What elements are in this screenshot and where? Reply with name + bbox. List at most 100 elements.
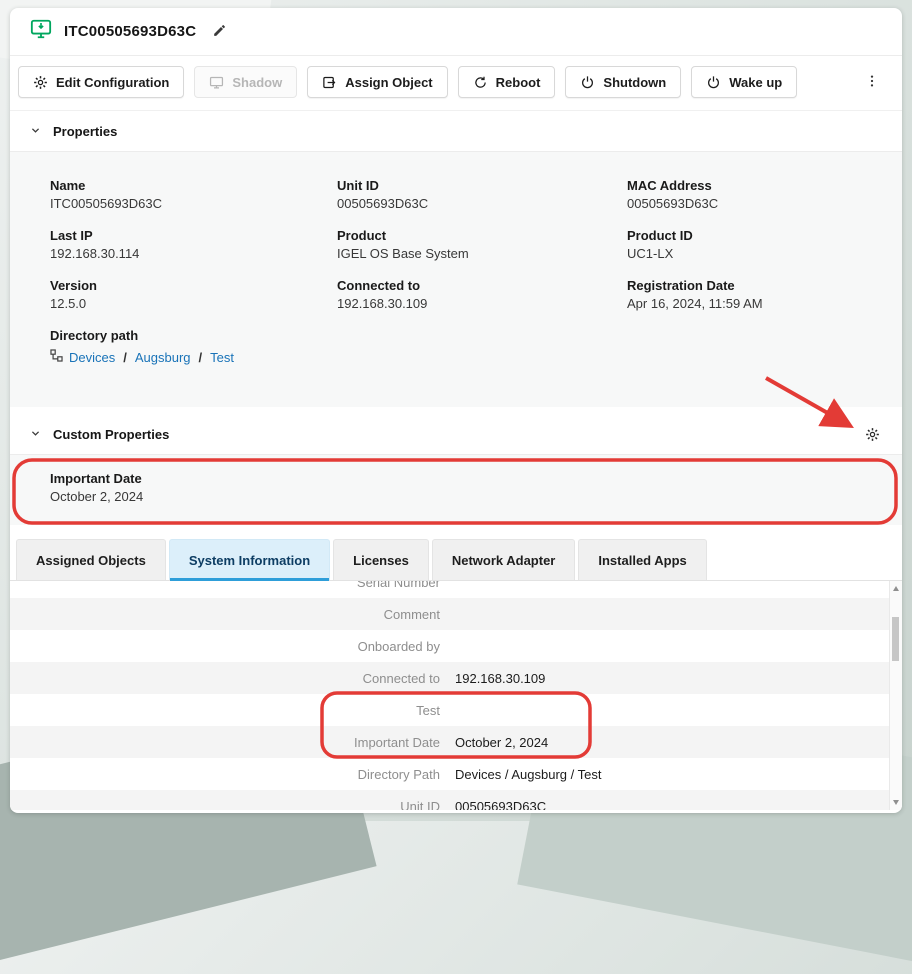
tree-icon: [50, 349, 63, 365]
pencil-icon: [212, 23, 227, 41]
toolbar-button-label: Edit Configuration: [56, 75, 169, 90]
field-label: Unit ID: [337, 178, 627, 193]
tab-licenses[interactable]: Licenses: [333, 539, 429, 580]
field-label: Last IP: [50, 228, 337, 243]
spacer: [10, 407, 902, 414]
system-information-table: Serial Number Comment Onboarded by Conne…: [10, 581, 902, 810]
monitor-icon: [209, 75, 224, 90]
properties-panel: Name ITC00505693D63C Unit ID 00505693D63…: [10, 152, 902, 407]
row-label: Connected to: [10, 671, 440, 686]
row-label: Onboarded by: [10, 639, 440, 654]
tab-system-information[interactable]: System Information: [169, 539, 330, 580]
toolbar-button-label: Shadow: [232, 75, 282, 90]
row-label: Test: [10, 703, 440, 718]
field-value: 00505693D63C: [627, 196, 886, 211]
properties-section-header: Properties: [10, 111, 902, 152]
spacer: [10, 525, 902, 539]
field-value: 00505693D63C: [337, 196, 627, 211]
table-row: Comment: [10, 598, 902, 630]
table-row: Test: [10, 694, 902, 726]
field-label: Connected to: [337, 278, 627, 293]
custom-properties-section-header: Custom Properties: [10, 414, 902, 455]
field-label: Product ID: [627, 228, 886, 243]
field-label: MAC Address: [627, 178, 886, 193]
table-row: Onboarded by: [10, 630, 902, 662]
row-label: Unit ID: [10, 799, 440, 811]
field-value: IGEL OS Base System: [337, 246, 627, 261]
row-value: October 2, 2024: [455, 735, 548, 750]
tab-installed-apps[interactable]: Installed Apps: [578, 539, 706, 580]
field-value: 192.168.30.109: [337, 296, 627, 311]
scroll-down-button[interactable]: [890, 795, 902, 810]
chevron-down-icon: [30, 427, 41, 442]
field-label: Registration Date: [627, 278, 886, 293]
row-label: Important Date: [10, 735, 440, 750]
table-row: Unit ID 00505693D63C: [10, 790, 902, 810]
table-row: Important Date October 2, 2024: [10, 726, 902, 758]
toolbar-button-label: Wake up: [729, 75, 782, 90]
action-toolbar: Edit Configuration Shadow Assign Object …: [10, 56, 902, 111]
row-value: 192.168.30.109: [455, 671, 545, 686]
field-value: Apr 16, 2024, 11:59 AM: [627, 296, 886, 311]
field-value: ITC00505693D63C: [50, 196, 337, 211]
field-value: UC1-LX: [627, 246, 886, 261]
section-title: Custom Properties: [53, 427, 169, 442]
breadcrumb-separator: /: [199, 350, 203, 365]
device-icon: [30, 18, 52, 45]
property-field-mac-address: MAC Address 00505693D63C: [627, 178, 886, 211]
edit-configuration-button[interactable]: Edit Configuration: [18, 66, 184, 98]
property-field-version: Version 12.5.0: [50, 278, 337, 311]
field-label: Product: [337, 228, 627, 243]
custom-properties-panel: Important Date October 2, 2024: [10, 455, 902, 525]
row-value: Devices / Augsburg / Test: [455, 767, 601, 782]
field-label: Name: [50, 178, 337, 193]
collapse-custom-properties-button[interactable]: [28, 425, 43, 444]
table-row: Serial Number: [10, 581, 902, 598]
breadcrumb: Devices / Augsburg / Test: [50, 349, 886, 365]
more-actions-button[interactable]: [860, 69, 884, 96]
shutdown-button[interactable]: Shutdown: [565, 66, 681, 98]
wake-up-button[interactable]: Wake up: [691, 66, 797, 98]
breadcrumb-link-devices[interactable]: Devices: [69, 350, 115, 365]
field-value: 192.168.30.114: [50, 246, 337, 261]
tab-network-adapter[interactable]: Network Adapter: [432, 539, 576, 580]
assign-box-arrow-icon: [322, 75, 337, 90]
row-label: Serial Number: [10, 581, 440, 590]
detail-tabs: Assigned Objects System Information Lice…: [10, 539, 902, 581]
toolbar-button-label: Shutdown: [603, 75, 666, 90]
section-title: Properties: [53, 124, 117, 139]
breadcrumb-link-augsburg[interactable]: Augsburg: [135, 350, 191, 365]
table-rows: Serial Number Comment Onboarded by Conne…: [10, 581, 902, 810]
row-label: Comment: [10, 607, 440, 622]
breadcrumb-link-test[interactable]: Test: [210, 350, 234, 365]
gear-icon: [33, 75, 48, 90]
table-row: Directory Path Devices / Augsburg / Test: [10, 758, 902, 790]
table-row: Connected to 192.168.30.109: [10, 662, 902, 694]
property-field-connected-to: Connected to 192.168.30.109: [337, 278, 627, 311]
property-field-product-id: Product ID UC1-LX: [627, 228, 886, 261]
scroll-up-button[interactable]: [890, 581, 902, 596]
shadow-button[interactable]: Shadow: [194, 66, 297, 98]
field-value: 12.5.0: [50, 296, 337, 311]
field-label: Directory path: [50, 328, 886, 343]
row-label: Directory Path: [10, 767, 440, 782]
assign-object-button[interactable]: Assign Object: [307, 66, 447, 98]
reboot-button[interactable]: Reboot: [458, 66, 556, 98]
power-icon: [706, 75, 721, 90]
tab-assigned-objects[interactable]: Assigned Objects: [16, 539, 166, 580]
breadcrumb-separator: /: [123, 350, 127, 365]
edit-name-button[interactable]: [208, 19, 231, 45]
gear-icon: [865, 427, 880, 442]
custom-properties-settings-button[interactable]: [861, 423, 884, 446]
toolbar-button-label: Assign Object: [345, 75, 432, 90]
scrollbar[interactable]: [889, 581, 902, 810]
toolbar-button-label: Reboot: [496, 75, 541, 90]
device-detail-card: ITC00505693D63C Edit Configuration Shado…: [10, 8, 902, 813]
scroll-thumb[interactable]: [892, 617, 899, 661]
page-title: ITC00505693D63C: [64, 23, 196, 40]
collapse-properties-button[interactable]: [28, 122, 43, 141]
property-field-name: Name ITC00505693D63C: [50, 178, 337, 211]
power-icon: [580, 75, 595, 90]
property-field-last-ip: Last IP 192.168.30.114: [50, 228, 337, 261]
chevron-down-icon: [30, 124, 41, 139]
